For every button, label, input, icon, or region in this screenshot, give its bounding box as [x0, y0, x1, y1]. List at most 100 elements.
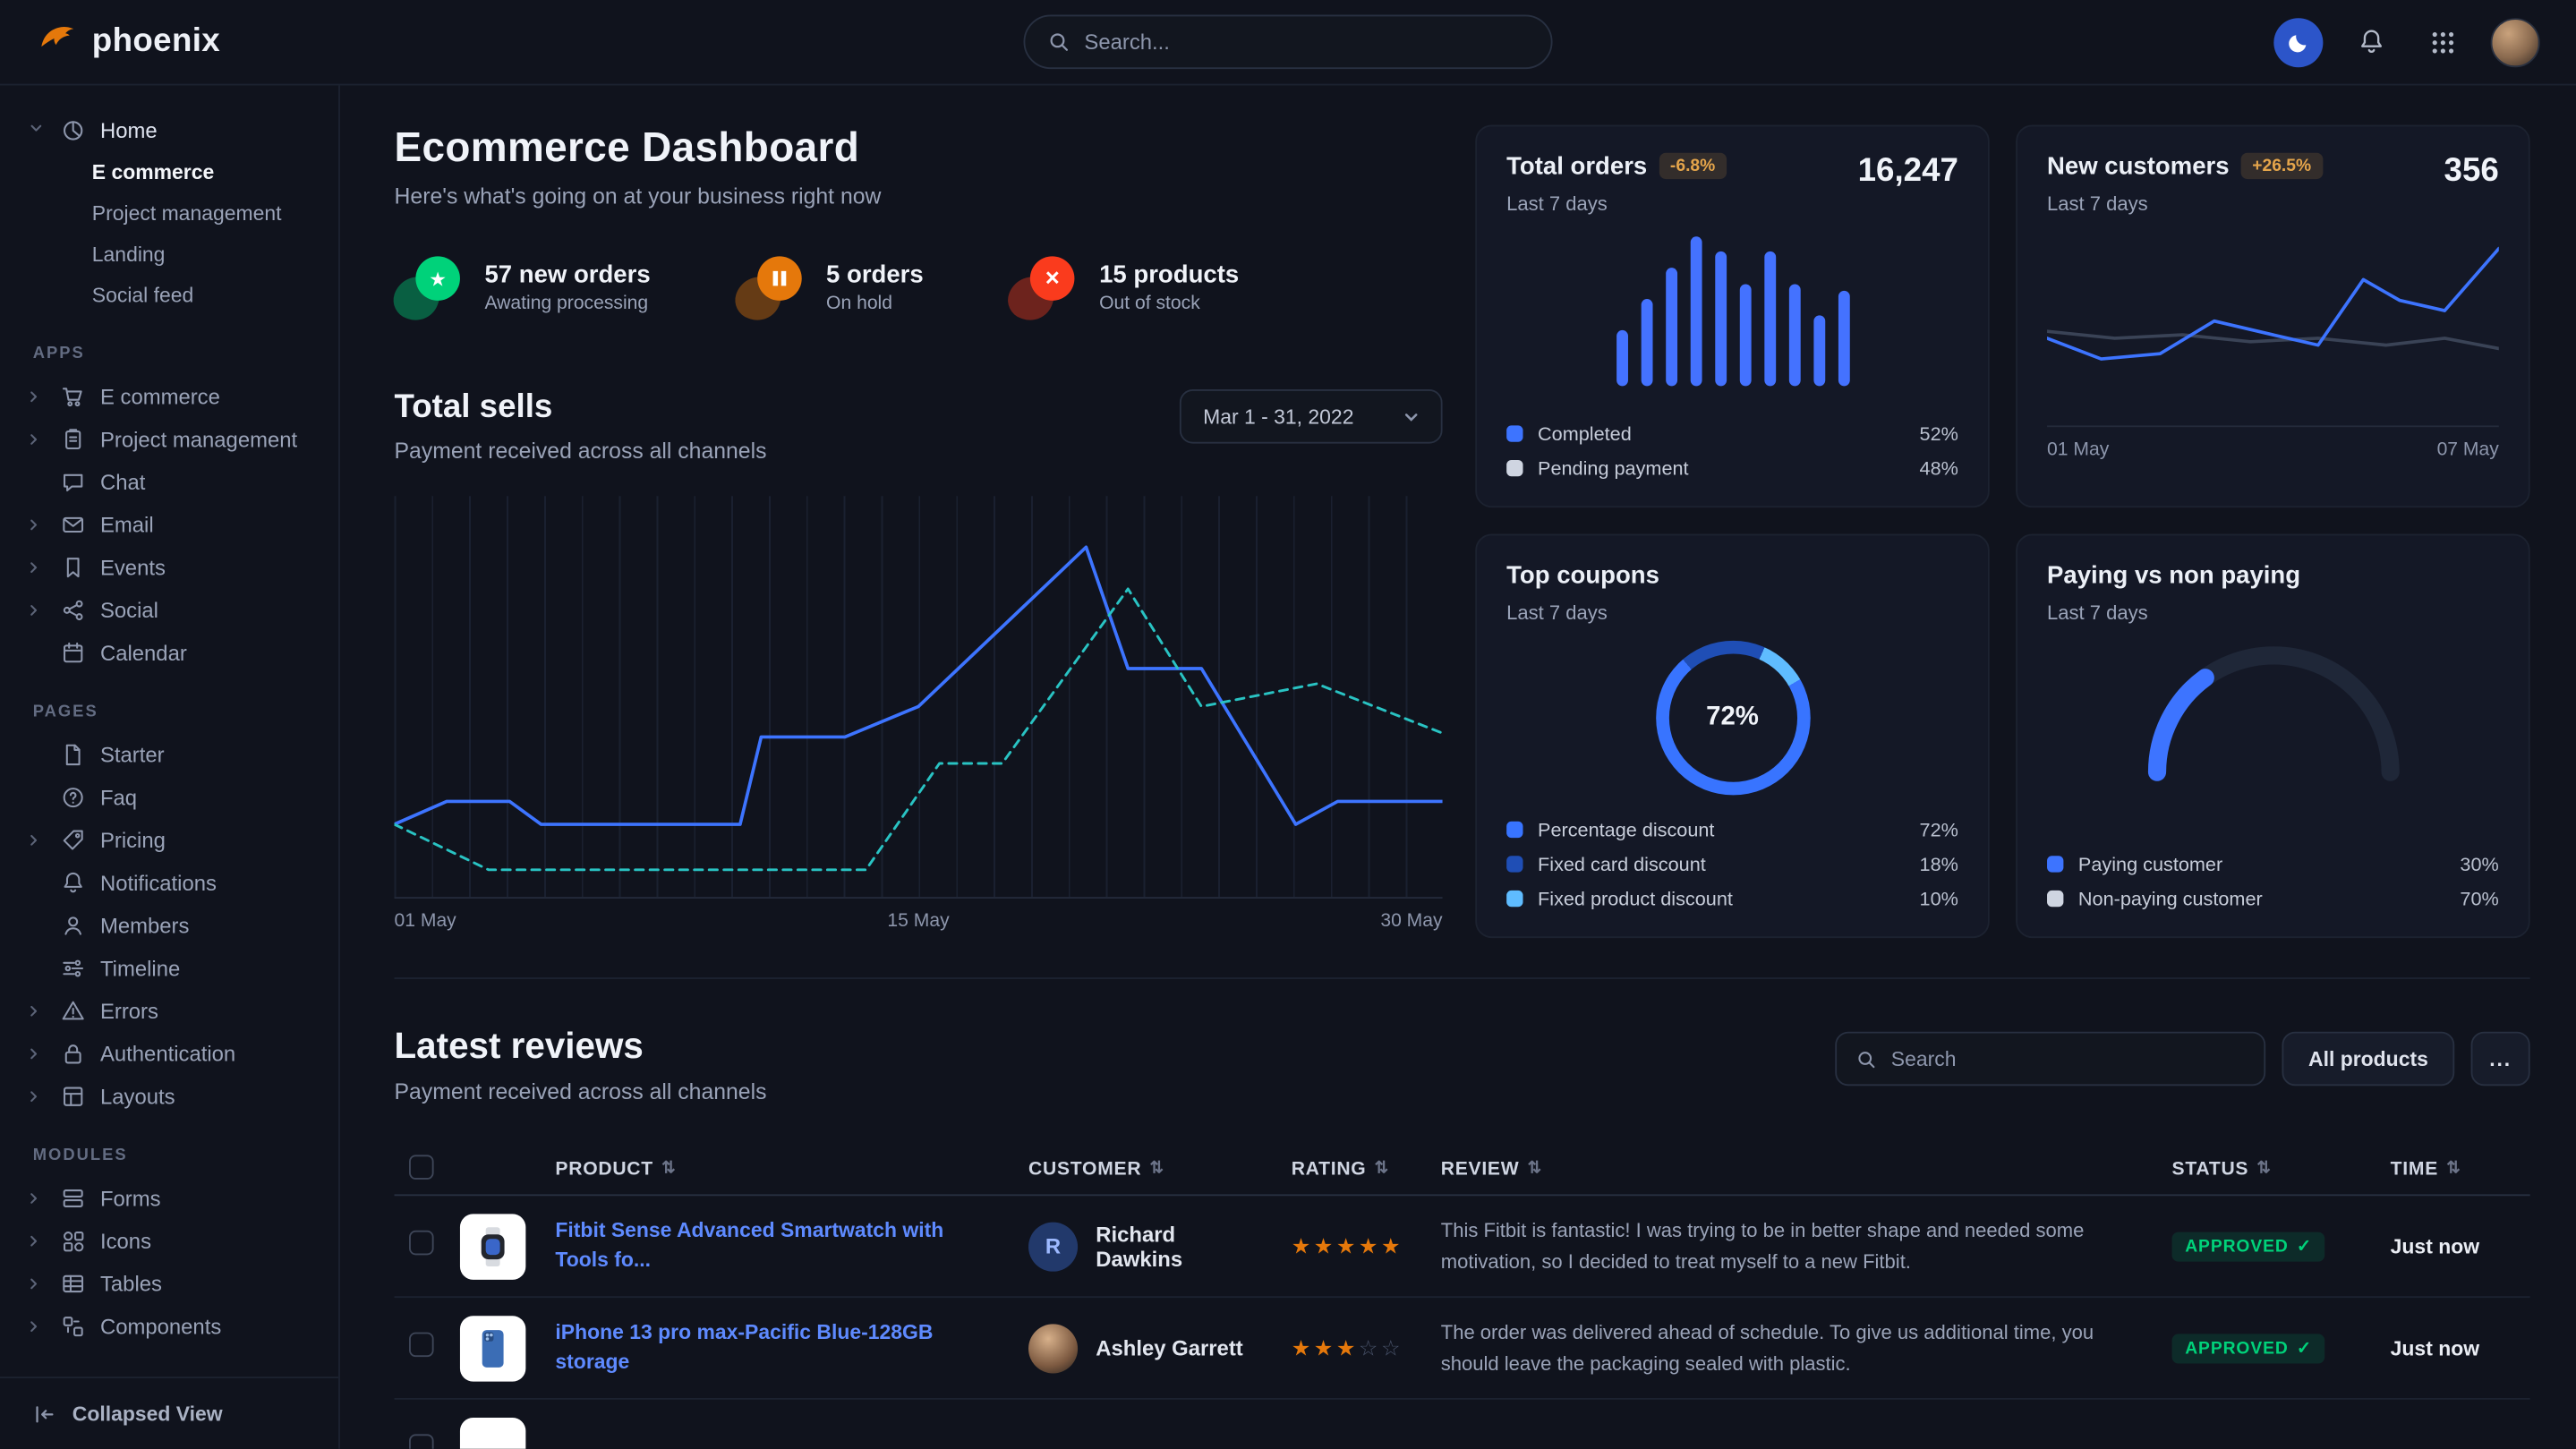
global-search-input[interactable]: [1084, 30, 1528, 55]
sidebar-item-authentication[interactable]: Authentication: [0, 1032, 338, 1075]
sidebar-item-components[interactable]: Components: [0, 1304, 338, 1347]
sidebar-item-members[interactable]: Members: [0, 904, 338, 947]
bar: [1788, 284, 1800, 387]
sidebar-item-e-commerce[interactable]: E commerce: [0, 374, 338, 417]
timeline-icon: [59, 954, 85, 980]
column-header-customer[interactable]: CUSTOMER⇅: [1002, 1159, 1266, 1179]
card-title: Top coupons: [1506, 562, 1659, 590]
sidebar-item-label: Icons: [100, 1228, 151, 1253]
reviews-search[interactable]: [1835, 1032, 2265, 1087]
sidebar-item-label: Notifications: [100, 870, 217, 895]
sidebar-item-label: Email: [100, 512, 154, 537]
sidebar-item-email[interactable]: Email: [0, 503, 338, 546]
caret-right-icon: [28, 1234, 44, 1246]
sidebar-item-timeline[interactable]: Timeline: [0, 946, 338, 989]
sidebar-item-label: Errors: [100, 998, 158, 1023]
orders-legend: Completed 52% Pending payment 48%: [1506, 422, 1958, 480]
sidebar-item-icons[interactable]: Icons: [0, 1219, 338, 1262]
theme-toggle-button[interactable]: [2273, 17, 2323, 66]
bar: [1838, 292, 1849, 387]
sidebar-item-errors[interactable]: Errors: [0, 989, 338, 1032]
sidebar-item-calendar[interactable]: Calendar: [0, 631, 338, 674]
chevron-down-icon: [1403, 408, 1420, 424]
status-badge: APPROVED ✓: [2172, 1334, 2325, 1363]
sidebar-item-starter[interactable]: Starter: [0, 733, 338, 776]
sidebar-item-project-management[interactable]: Project management: [0, 192, 338, 234]
select-all-checkbox[interactable]: [409, 1154, 434, 1179]
reviews-search-input[interactable]: [1891, 1047, 2245, 1070]
user-avatar[interactable]: [2491, 17, 2540, 66]
collapsed-view-toggle[interactable]: Collapsed View: [0, 1377, 338, 1449]
legend-label: Fixed product discount: [1538, 887, 1733, 910]
caret-right-icon: [28, 1047, 44, 1059]
sidebar-item-chat[interactable]: Chat: [0, 460, 338, 503]
orders-bar-chart: [1506, 228, 1958, 386]
table-row: [395, 1400, 2530, 1449]
sidebar-item-tables[interactable]: Tables: [0, 1262, 338, 1305]
legend-value: 70%: [2460, 887, 2498, 910]
star-empty-icon: ☆: [1359, 1334, 1381, 1360]
column-header-rating[interactable]: RATING⇅: [1265, 1159, 1420, 1179]
global-search[interactable]: [1024, 15, 1553, 70]
bell-icon: [2357, 28, 2384, 55]
sidebar-item-events[interactable]: Events: [0, 545, 338, 588]
sidebar-item-home[interactable]: Home: [0, 108, 338, 151]
card-title: New customers: [2047, 153, 2230, 181]
legend-label: Non-paying customer: [2078, 887, 2263, 910]
date-range-select[interactable]: Mar 1 - 31, 2022: [1180, 389, 1442, 444]
sort-icon: ⇅: [2256, 1160, 2271, 1178]
column-header-time[interactable]: TIME⇅: [2374, 1159, 2529, 1179]
card-period: Last 7 days: [1506, 192, 1727, 216]
sidebar-item-notifications[interactable]: Notifications: [0, 861, 338, 904]
apps-grid-button[interactable]: [2418, 17, 2468, 66]
stat-caption: On hold: [826, 294, 924, 314]
product-link[interactable]: Fitbit Sense Advanced Smartwatch with To…: [555, 1217, 1002, 1274]
sidebar-item-layouts[interactable]: Layouts: [0, 1074, 338, 1117]
legend-swatch: [1506, 856, 1523, 872]
product-link[interactable]: iPhone 13 pro max-Pacific Blue-128GB sto…: [555, 1319, 1002, 1377]
sidebar-item-e-commerce[interactable]: E commerce: [0, 151, 338, 192]
sidebar-item-social[interactable]: Social: [0, 588, 338, 631]
legend-label: Percentage discount: [1538, 818, 1714, 841]
navbar-center: [1024, 15, 1553, 70]
legend-value: 72%: [1920, 818, 1958, 841]
form-icon: [59, 1184, 85, 1210]
row-checkbox[interactable]: [409, 1230, 434, 1255]
sidebar-section-pages: PAGES: [33, 703, 338, 721]
share-icon: [59, 596, 85, 622]
collapse-icon: [33, 1402, 56, 1426]
column-header-review[interactable]: REVIEW⇅: [1421, 1159, 2153, 1179]
sidebar-item-social-feed[interactable]: Social feed: [0, 275, 338, 316]
bell-icon: [59, 869, 85, 895]
trend-badge: -6.8%: [1659, 153, 1727, 179]
user-icon: [59, 912, 85, 938]
legend-swatch: [1506, 460, 1523, 476]
legend-label: Fixed card discount: [1538, 853, 1706, 876]
column-header-product[interactable]: PRODUCT⇅: [460, 1159, 1002, 1179]
star-filled-icon: ★: [1292, 1334, 1314, 1360]
brand[interactable]: phoenix: [36, 16, 220, 67]
total-sells-header: Total sells Payment received across all …: [395, 389, 1443, 464]
review-text: This Fitbit is fantastic! I was trying t…: [1421, 1215, 2153, 1276]
column-header-status[interactable]: STATUS⇅: [2153, 1159, 2375, 1179]
sidebar-item-label: Tables: [100, 1271, 162, 1296]
sidebar-item-pricing[interactable]: Pricing: [0, 818, 338, 861]
total-sells-subtitle: Payment received across all channels: [395, 439, 767, 464]
check-icon: ✓: [2297, 1339, 2312, 1359]
sidebar-item-label: Starter: [100, 742, 165, 767]
more-options-button[interactable]: ...: [2471, 1032, 2530, 1087]
navbar-right: [1553, 17, 2540, 66]
sidebar-item-faq[interactable]: Faq: [0, 775, 338, 818]
row-checkbox[interactable]: [409, 1433, 434, 1448]
sidebar-item-project-management[interactable]: Project management: [0, 417, 338, 460]
sidebar-item-label: Social: [100, 597, 158, 622]
sidebar-item-forms[interactable]: Forms: [0, 1176, 338, 1219]
sidebar-item-landing[interactable]: Landing: [0, 234, 338, 275]
stat-caption: Awating processing: [484, 294, 650, 314]
paying-gauge-chart: [2133, 631, 2412, 782]
sidebar-item-label: Layouts: [100, 1084, 175, 1109]
notifications-button[interactable]: [2346, 17, 2395, 66]
all-products-button[interactable]: All products: [2282, 1032, 2455, 1087]
trend-badge: +26.5%: [2240, 153, 2323, 179]
row-checkbox[interactable]: [409, 1332, 434, 1357]
